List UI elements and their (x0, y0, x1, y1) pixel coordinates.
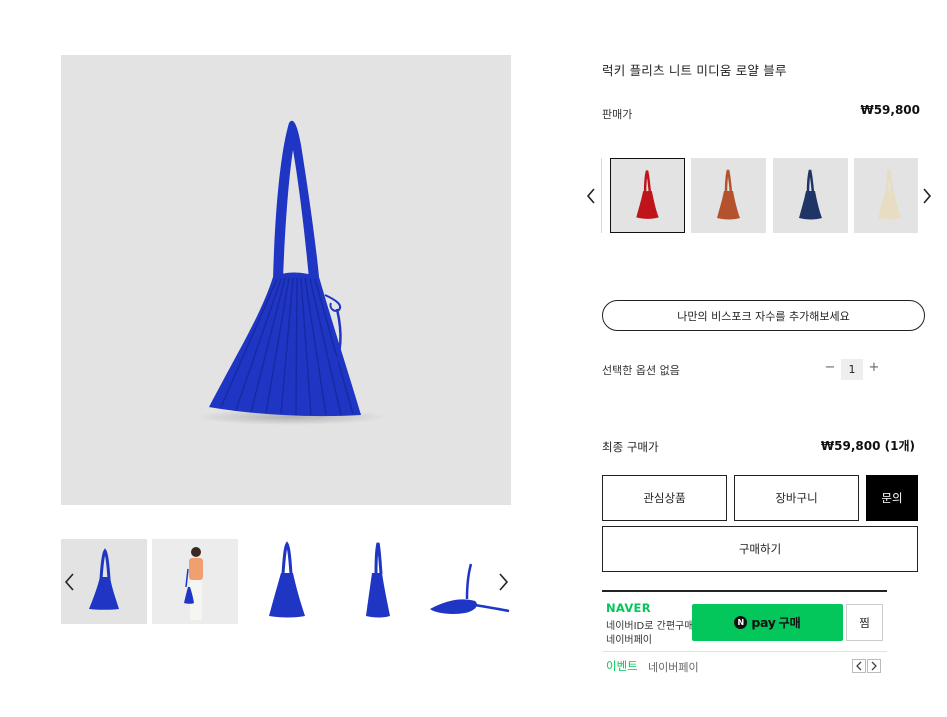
inquiry-button[interactable]: 문의 (866, 475, 918, 521)
color-swatch-ivory[interactable] (854, 158, 918, 233)
quantity-value[interactable]: 1 (841, 359, 863, 380)
model-thumbnail-image (152, 539, 238, 624)
selected-option-label: 선택한 옵션 없음 (602, 364, 680, 377)
add-embroidery-button[interactable]: 나만의 비스포크 자수를 추가해보세요 (602, 300, 925, 331)
bag-navy-image (799, 169, 822, 220)
cart-button[interactable]: 장바구니 (734, 475, 859, 521)
chevron-left-icon (856, 661, 862, 671)
thumbnail-next-arrow[interactable] (495, 571, 511, 593)
bag-red-image (636, 170, 659, 219)
color-next-arrow[interactable] (920, 186, 934, 206)
thumbnail-side[interactable] (243, 539, 329, 624)
thumbnail-model[interactable] (152, 539, 238, 624)
naver-pay-buy-button[interactable]: N pay 구매 (692, 604, 843, 641)
final-price-label: 최종 구매가 (602, 440, 659, 454)
event-prev-button[interactable] (852, 659, 866, 673)
product-title: 럭키 플리츠 니트 미디움 로얄 블루 (602, 63, 787, 78)
naver-n-icon: N (734, 616, 748, 629)
quantity-increase-button[interactable]: + (867, 360, 881, 378)
quantity-decrease-button[interactable]: − (823, 360, 837, 378)
naver-event-link[interactable]: 이벤트 (606, 658, 638, 674)
wishlist-button[interactable]: 관심상품 (602, 475, 727, 521)
chevron-right-icon (499, 573, 509, 591)
chevron-left-icon (64, 573, 74, 591)
npay-logo-text: pay (751, 615, 776, 630)
npay-buy-label: 구매 (778, 616, 801, 630)
color-swatch-navy[interactable] (773, 158, 848, 233)
royal-blue-bag-image (196, 120, 386, 425)
price-value: ₩59,800 (860, 103, 920, 117)
divider (602, 651, 887, 652)
naver-logo: NAVER (606, 601, 651, 615)
color-swatch-brick[interactable] (691, 158, 766, 233)
bag-ivory-image (878, 169, 901, 220)
thumbnail-profile[interactable] (334, 539, 420, 624)
color-options (584, 158, 939, 234)
chevron-right-icon (923, 188, 932, 204)
color-swatch-red[interactable] (610, 158, 685, 233)
naver-event-description: 네이버페이 (648, 661, 699, 674)
bag-side-thumbnail-image (269, 541, 305, 618)
thumbnail-carousel (61, 539, 516, 624)
buy-now-button[interactable]: 구매하기 (602, 526, 918, 572)
final-price-value: ₩59,800 (1개) (820, 439, 915, 453)
main-product-image (61, 55, 511, 505)
naver-description: 네이버ID로 간편구매 (606, 621, 694, 632)
bag-profile-thumbnail-image (366, 542, 390, 618)
naver-wish-button[interactable]: 찜 (846, 604, 883, 641)
bag-brick-image (717, 169, 740, 220)
price-label: 판매가 (602, 108, 633, 121)
color-prev-arrow[interactable] (584, 186, 598, 206)
naver-description-sub: 네이버페이 (606, 635, 652, 646)
chevron-left-icon (586, 188, 595, 204)
naver-pay-section: NAVER 네이버ID로 간편구매 네이버페이 N pay 구매 찜 이벤트 네… (602, 590, 887, 676)
thumbnail-prev-arrow[interactable] (62, 571, 78, 593)
divider (601, 158, 602, 233)
chevron-right-icon (871, 661, 877, 671)
event-next-button[interactable] (867, 659, 881, 673)
